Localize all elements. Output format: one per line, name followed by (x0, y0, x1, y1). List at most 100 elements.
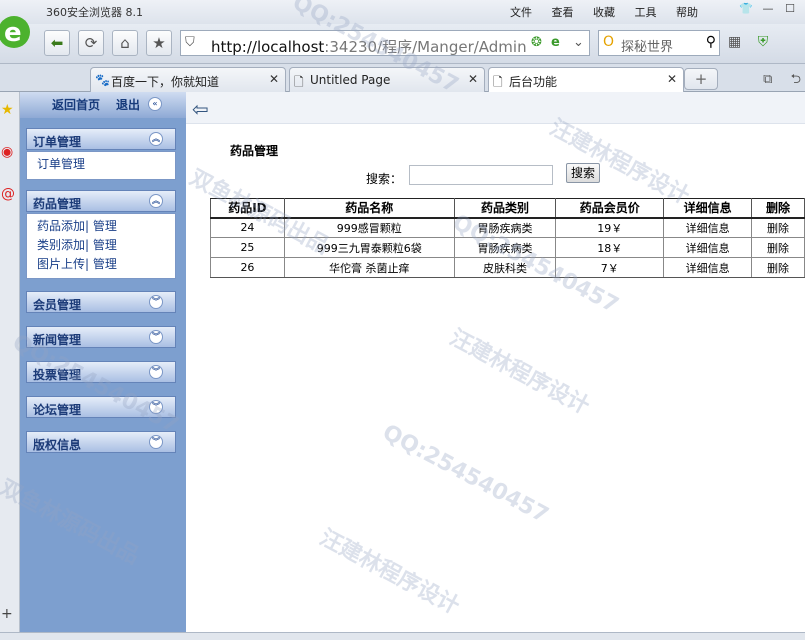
compat-mode-icon[interactable]: ❂ (531, 35, 542, 50)
close-icon[interactable]: ✕ (667, 72, 677, 86)
add-icon[interactable]: + (1, 606, 13, 622)
favorite-button[interactable]: ★ (146, 30, 172, 56)
url-text[interactable]: http://localhost:34230/程序/Manger/AdminIn… (211, 36, 526, 57)
group-forum[interactable]: 论坛管理 ︾ (26, 396, 176, 418)
new-tab-button[interactable]: + (684, 68, 718, 90)
browser-menu: 文件 查看 收藏 工具 帮助 (510, 4, 714, 20)
chevron-up-icon[interactable]: ︽ (149, 194, 163, 208)
page-icon: 🗋 (493, 75, 503, 89)
menu-favorites[interactable]: 收藏 (593, 6, 615, 19)
address-bar[interactable]: ⛉ http://localhost:34230/程序/Manger/Admin… (180, 30, 590, 56)
menu-file[interactable]: 文件 (510, 6, 532, 19)
browser-logo: e (0, 8, 36, 52)
mail-icon[interactable]: @ (1, 186, 15, 202)
image-manage-link[interactable]: 管理 (93, 257, 117, 271)
browser-side-strip: ★ ◉ @ + (0, 92, 20, 640)
close-icon[interactable]: ✕ (468, 72, 478, 86)
group-title: 论坛管理 (33, 403, 82, 417)
delete-link[interactable]: 删除 (751, 237, 805, 258)
chevron-down-icon[interactable]: ︾ (149, 435, 163, 449)
group-news[interactable]: 新闻管理 ︾ (26, 326, 176, 348)
image-upload-link[interactable]: 图片上传 (37, 257, 85, 271)
home-link[interactable]: 返回首页 (52, 96, 100, 113)
delete-link[interactable]: 删除 (751, 257, 805, 278)
group-title: 订单管理 (33, 135, 82, 149)
drug-table: 药品ID 药品名称 药品类别 药品会员价 详细信息 删除 24 999感冒颗粒 … (210, 198, 805, 278)
toolbar-extra-icons: ▦ ⛨ (728, 34, 780, 50)
search-button[interactable]: 搜索 (566, 163, 600, 183)
search-engine-icon[interactable]: O (603, 34, 614, 50)
home-icon: ⌂ (120, 34, 130, 52)
details-link[interactable]: 详细信息 (663, 217, 753, 238)
table-row: 24 999感冒颗粒 胃肠疾病类 19￥ 详细信息 删除 (210, 217, 805, 238)
drug-manage-link[interactable]: 管理 (93, 219, 117, 233)
menu-view[interactable]: 查看 (552, 6, 574, 19)
svg-text:e: e (4, 18, 22, 48)
sidebar-top-links: 返回首页 退出 « (20, 92, 186, 118)
home-button[interactable]: ⌂ (112, 30, 138, 56)
details-link[interactable]: 详细信息 (663, 237, 753, 258)
chevron-down-icon[interactable]: ︾ (149, 330, 163, 344)
menu-tools[interactable]: 工具 (635, 6, 657, 19)
toggle-sidebar-arrow-icon[interactable]: ⇦ (192, 97, 209, 121)
col-member-price: 药品会员价 (555, 198, 665, 219)
tab-baidu[interactable]: 🐾 百度一下，你就知道 ✕ (90, 67, 286, 92)
back-icon[interactable]: ⮌ (791, 72, 801, 87)
ie-mode-icon[interactable]: e (551, 35, 560, 50)
chevron-down-icon[interactable]: ︾ (149, 365, 163, 379)
search-placeholder: 探秘世界 (621, 40, 674, 55)
tab-list-icon[interactable]: ⧉ (763, 72, 772, 87)
group-title: 版权信息 (33, 438, 82, 452)
skin-icon[interactable]: 👕 (735, 2, 757, 20)
apps-icon[interactable]: ▦ (728, 34, 741, 50)
star-icon[interactable]: ★ (1, 102, 14, 118)
delete-link[interactable]: 删除 (751, 217, 805, 238)
close-icon[interactable]: ✕ (269, 72, 279, 86)
drug-menu-row: 图片上传| 管理 (37, 257, 117, 271)
chevron-down-icon[interactable]: ︾ (149, 400, 163, 414)
cell-category: 胃肠疾病类 (453, 237, 557, 258)
tab-admin[interactable]: 🗋 后台功能 ✕ (488, 67, 684, 92)
group-title: 投票管理 (33, 368, 82, 382)
chevron-down-icon[interactable]: ︾ (149, 295, 163, 309)
group-votes[interactable]: 投票管理 ︾ (26, 361, 176, 383)
panel-orders: 订单管理 (26, 151, 176, 180)
minimize-icon[interactable]: — (757, 2, 779, 20)
drug-menu-row: 药品添加| 管理 (37, 219, 117, 233)
security-icon[interactable]: ⛨ (758, 34, 769, 50)
content-toolbar: ⇦ (186, 92, 805, 124)
cell-category: 皮肤科类 (453, 257, 557, 278)
page-icon: 🗋 (294, 75, 304, 89)
category-manage-link[interactable]: 管理 (93, 238, 117, 252)
details-link[interactable]: 详细信息 (663, 257, 753, 278)
tab-bar: 🐾 百度一下，你就知道 ✕ 🗋 Untitled Page ✕ 🗋 后台功能 ✕… (0, 64, 805, 92)
order-manage-link[interactable]: 订单管理 (37, 157, 85, 171)
chevron-up-icon[interactable]: ︽ (149, 132, 163, 146)
tab-untitled[interactable]: 🗋 Untitled Page ✕ (289, 67, 485, 92)
refresh-icon: ⟳ (84, 34, 98, 52)
cell-category: 胃肠疾病类 (453, 217, 557, 238)
search-icon[interactable]: ⚲ (706, 34, 716, 50)
group-members[interactable]: 会员管理 ︾ (26, 291, 176, 313)
dropdown-icon[interactable]: ⌄ (573, 35, 584, 50)
group-copyright[interactable]: 版权信息 ︾ (26, 431, 176, 453)
group-drugs[interactable]: 药品管理 ︽ (26, 190, 176, 212)
back-arrow-icon: ⬅ (50, 34, 64, 52)
tab-label: 百度一下，你就知道 (111, 75, 220, 89)
browser-toolbar: ⬅ ⟳ ⌂ ★ ⛉ http://localhost:34230/程序/Mang… (0, 24, 805, 64)
category-add-link[interactable]: 类别添加 (37, 238, 85, 252)
drug-search-input[interactable] (409, 165, 553, 185)
weibo-icon[interactable]: ◉ (1, 144, 13, 160)
drug-add-link[interactable]: 药品添加 (37, 219, 85, 233)
collapse-all-icon[interactable]: « (148, 97, 162, 111)
col-drug-id: 药品ID (210, 198, 285, 219)
search-box[interactable]: O 探秘世界 ⚲ (598, 30, 720, 56)
group-orders[interactable]: 订单管理 ︽ (26, 128, 176, 150)
back-button[interactable]: ⬅ (44, 30, 70, 56)
star-icon: ★ (152, 34, 166, 52)
maximize-icon[interactable]: ☐ (779, 2, 801, 20)
menu-help[interactable]: 帮助 (676, 6, 698, 19)
logout-link[interactable]: 退出 (116, 96, 140, 113)
shield-icon: ⛉ (185, 35, 195, 50)
refresh-button[interactable]: ⟳ (78, 30, 104, 56)
